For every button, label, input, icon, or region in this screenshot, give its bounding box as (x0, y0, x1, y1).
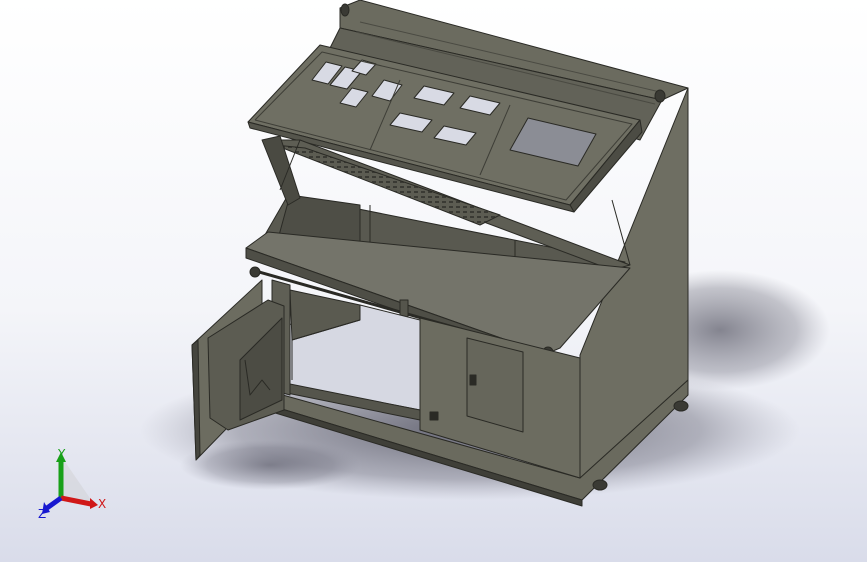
z-axis-label: Z (38, 507, 46, 521)
coordinate-triad[interactable]: Y X Z (34, 446, 114, 522)
key-switch-icon (429, 411, 439, 421)
y-axis-label: Y (57, 447, 66, 461)
z-axis-line (45, 495, 63, 511)
x-axis-label: X (98, 497, 106, 511)
x-axis-arrowhead (90, 498, 98, 509)
cad-model-view[interactable] (0, 0, 867, 562)
graphics-viewport[interactable]: Y X Z (0, 0, 867, 562)
door-latch-icon[interactable] (469, 374, 477, 386)
